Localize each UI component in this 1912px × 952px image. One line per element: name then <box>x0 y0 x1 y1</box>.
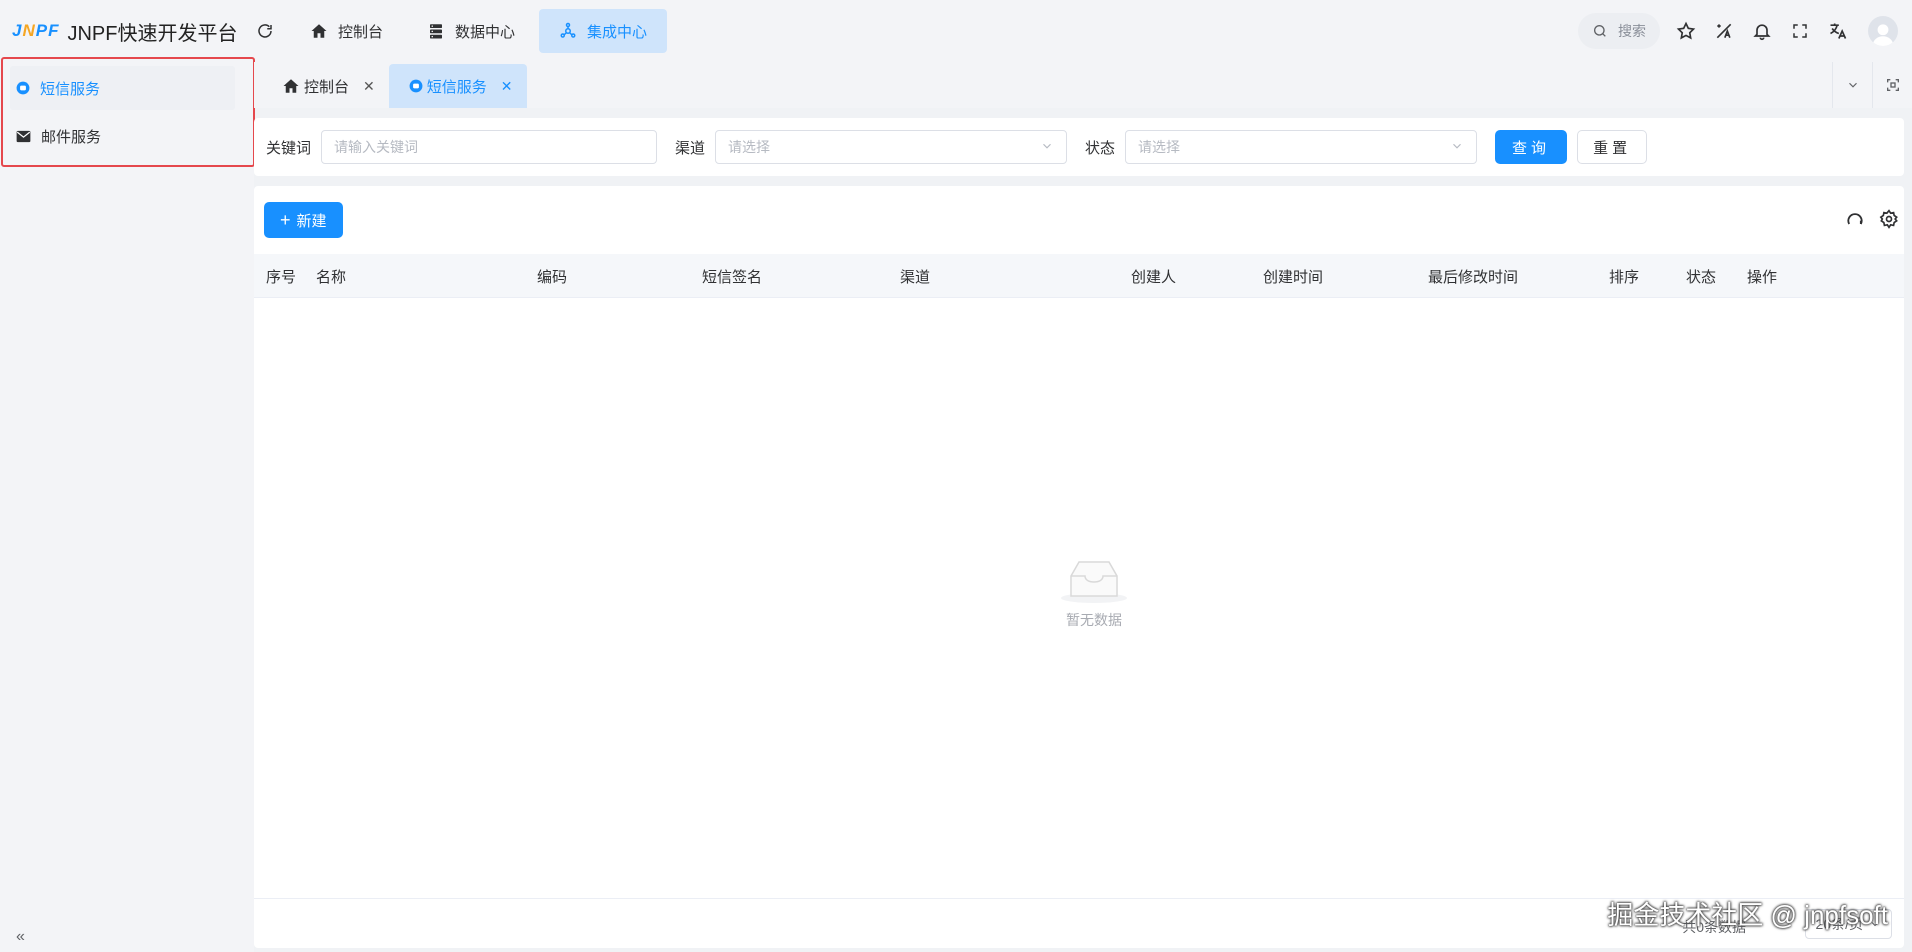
empty-state: 暂无数据 <box>1044 556 1144 630</box>
search-label: 搜索 <box>1618 23 1646 39</box>
status-label: 状态 <box>1085 139 1116 157</box>
collapse-sidebar-icon[interactable]: « <box>16 928 25 946</box>
table-tools <box>1844 208 1900 230</box>
topnav-item-data-center[interactable]: 数据中心 <box>407 9 535 53</box>
column-header: 短信签名 <box>702 268 763 286</box>
chevron-down-icon <box>1450 139 1464 153</box>
translate-icon[interactable] <box>1826 19 1850 43</box>
chevron-down-icon[interactable] <box>1832 62 1872 108</box>
tabs-actions <box>1832 62 1912 108</box>
channel-label: 渠道 <box>675 139 706 157</box>
topnav-item-integration-center[interactable]: 集成中心 <box>539 9 668 53</box>
home-icon <box>310 22 328 40</box>
main-panel: + 新建 序号 名称 编码 短信签名 渠道 创建人 创建时间 最后修改时间 排序… <box>254 186 1904 948</box>
top-header: JNPF JNPF快速开发平台 控制台 数据中心 集成中心 搜索 <box>0 0 1912 62</box>
app-logo[interactable]: JNPF JNPF快速开发平台 <box>0 17 244 46</box>
top-nav: 控制台 数据中心 集成中心 <box>290 9 668 53</box>
plus-icon: + <box>280 210 291 230</box>
reset-button[interactable]: 重置 <box>1577 130 1648 164</box>
column-header: 排序 <box>1609 268 1640 286</box>
bell-icon[interactable] <box>1750 19 1774 43</box>
tab-label: 短信服务 <box>426 78 487 96</box>
gear-icon[interactable] <box>1878 208 1900 230</box>
ai-assistant-icon[interactable] <box>1712 19 1736 43</box>
status-select[interactable]: 请选择 <box>1125 130 1478 164</box>
add-button-label: 新建 <box>296 212 327 230</box>
focus-mode-icon[interactable] <box>1872 62 1912 108</box>
topnav-item-console[interactable]: 控制台 <box>290 9 403 53</box>
header-actions: 搜索 <box>1578 0 1898 62</box>
sidebar-item-label: 邮件服务 <box>41 128 102 146</box>
keyword-input[interactable]: 请输入关键词 <box>321 130 658 164</box>
keyword-label: 关键词 <box>266 139 312 157</box>
empty-box-icon <box>1061 561 1127 603</box>
home-icon <box>282 77 300 95</box>
refresh-icon[interactable] <box>1844 208 1866 230</box>
channel-select[interactable]: 请选择 <box>715 130 1068 164</box>
search-form: 关键词 请输入关键词 渠道 请选择 状态 请选择 查询 重置 <box>254 118 1904 176</box>
channel-placeholder: 请选择 <box>728 139 771 155</box>
keyword-placeholder: 请输入关键词 <box>334 139 419 155</box>
topnav-item-label: 控制台 <box>338 23 384 41</box>
chevron-down-icon <box>1040 139 1054 153</box>
refresh-icon[interactable] <box>252 18 278 44</box>
tab-label: 控制台 <box>304 78 350 96</box>
tab-console[interactable]: 控制台 ✕ <box>254 64 389 108</box>
app-title: JNPF快速开发平台 <box>67 22 238 45</box>
topnav-item-label: 集成中心 <box>587 23 648 41</box>
topnav-item-label: 数据中心 <box>455 23 516 41</box>
fullscreen-icon[interactable] <box>1788 19 1812 43</box>
sidebar-item-label: 短信服务 <box>40 80 101 98</box>
status-placeholder: 请选择 <box>1138 139 1181 155</box>
integration-icon <box>559 22 577 40</box>
sms-icon <box>16 81 30 95</box>
query-button[interactable]: 查询 <box>1495 130 1568 164</box>
column-header: 操作 <box>1747 268 1778 286</box>
empty-text: 暂无数据 <box>1066 612 1122 628</box>
sms-icon <box>409 79 423 93</box>
mail-icon <box>16 130 31 143</box>
close-icon[interactable]: ✕ <box>363 78 375 95</box>
tab-sms-service[interactable]: 短信服务 ✕ <box>388 64 527 108</box>
sidebar-item-sms-service[interactable]: 短信服务 <box>10 66 235 110</box>
star-icon[interactable] <box>1674 19 1698 43</box>
column-header: 状态 <box>1686 268 1717 286</box>
column-header: 编码 <box>537 268 568 286</box>
sidebar: 短信服务 邮件服务 « <box>0 57 255 952</box>
logo-mark: JNPF <box>12 21 60 40</box>
global-search[interactable]: 搜索 <box>1578 13 1660 49</box>
close-icon[interactable]: ✕ <box>501 78 513 95</box>
user-avatar[interactable] <box>1868 16 1898 46</box>
table-header: 序号 名称 编码 短信签名 渠道 创建人 创建时间 最后修改时间 排序 状态 操… <box>254 254 1904 298</box>
column-header: 序号 <box>266 268 297 286</box>
sidebar-item-mail-service[interactable]: 邮件服务 <box>10 114 235 158</box>
column-header: 名称 <box>316 268 347 286</box>
column-header: 创建时间 <box>1263 268 1324 286</box>
page-tabs: 控制台 ✕ 短信服务 ✕ <box>254 62 1912 108</box>
column-header: 渠道 <box>900 268 931 286</box>
column-header: 最后修改时间 <box>1428 268 1519 286</box>
search-icon <box>1592 23 1608 39</box>
column-header: 创建人 <box>1131 268 1177 286</box>
watermark: 掘金技术社区 @ jnpfsoft <box>1607 900 1888 930</box>
add-button[interactable]: + 新建 <box>264 202 343 238</box>
database-icon <box>427 22 445 40</box>
